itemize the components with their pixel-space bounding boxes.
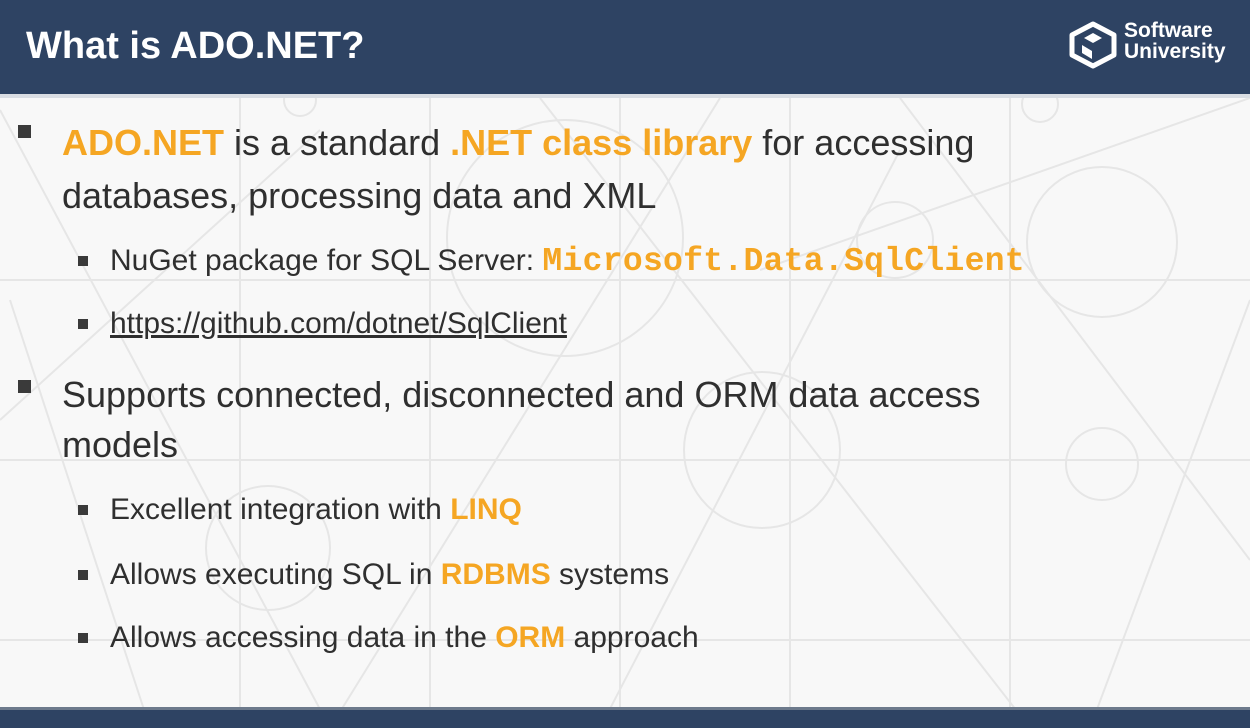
slide: What is ADO.NET? Software University ADO… bbox=[0, 0, 1250, 728]
term-rdbms: RDBMS bbox=[440, 558, 551, 591]
slide-footer-bar bbox=[0, 707, 1250, 728]
sub-bullet-nuget: NuGet package for SQL Server: Microsoft.… bbox=[110, 243, 1025, 280]
sub-bullet-marker bbox=[78, 505, 88, 515]
bullet-2-line-2: models bbox=[62, 424, 179, 465]
sub-bullet-orm: Allows accessing data in the ORM approac… bbox=[110, 621, 699, 654]
sub-bullet-marker bbox=[78, 319, 88, 329]
bullet-marker bbox=[18, 380, 31, 393]
sub-bullet-linq: Excellent integration with LINQ bbox=[110, 493, 522, 526]
slide-content: ADO.NET is a standard .NET class library… bbox=[0, 0, 1250, 728]
package-name: Microsoft.Data.SqlClient bbox=[542, 243, 1025, 280]
bullet-2-line-1: Supports connected, disconnected and ORM… bbox=[62, 374, 981, 415]
bullet-marker bbox=[18, 125, 31, 138]
sub-bullet-marker bbox=[78, 633, 88, 643]
term-net-class-library: .NET class library bbox=[450, 122, 753, 163]
sub-bullet-link: https://github.com/dotnet/SqlClient bbox=[110, 304, 567, 344]
bullet-1-line-2: databases, processing data and XML bbox=[62, 175, 657, 216]
term-linq: LINQ bbox=[450, 493, 522, 526]
sqlclient-github-link[interactable]: https://github.com/dotnet/SqlClient bbox=[110, 307, 567, 340]
sub-bullet-marker bbox=[78, 570, 88, 580]
bullet-1-line-1: ADO.NET is a standard .NET class library… bbox=[62, 122, 975, 163]
term-adonet: ADO.NET bbox=[62, 122, 224, 163]
sub-bullet-rdbms: Allows executing SQL in RDBMS systems bbox=[110, 558, 670, 591]
sub-bullet-marker bbox=[78, 256, 88, 266]
term-orm: ORM bbox=[495, 621, 566, 654]
